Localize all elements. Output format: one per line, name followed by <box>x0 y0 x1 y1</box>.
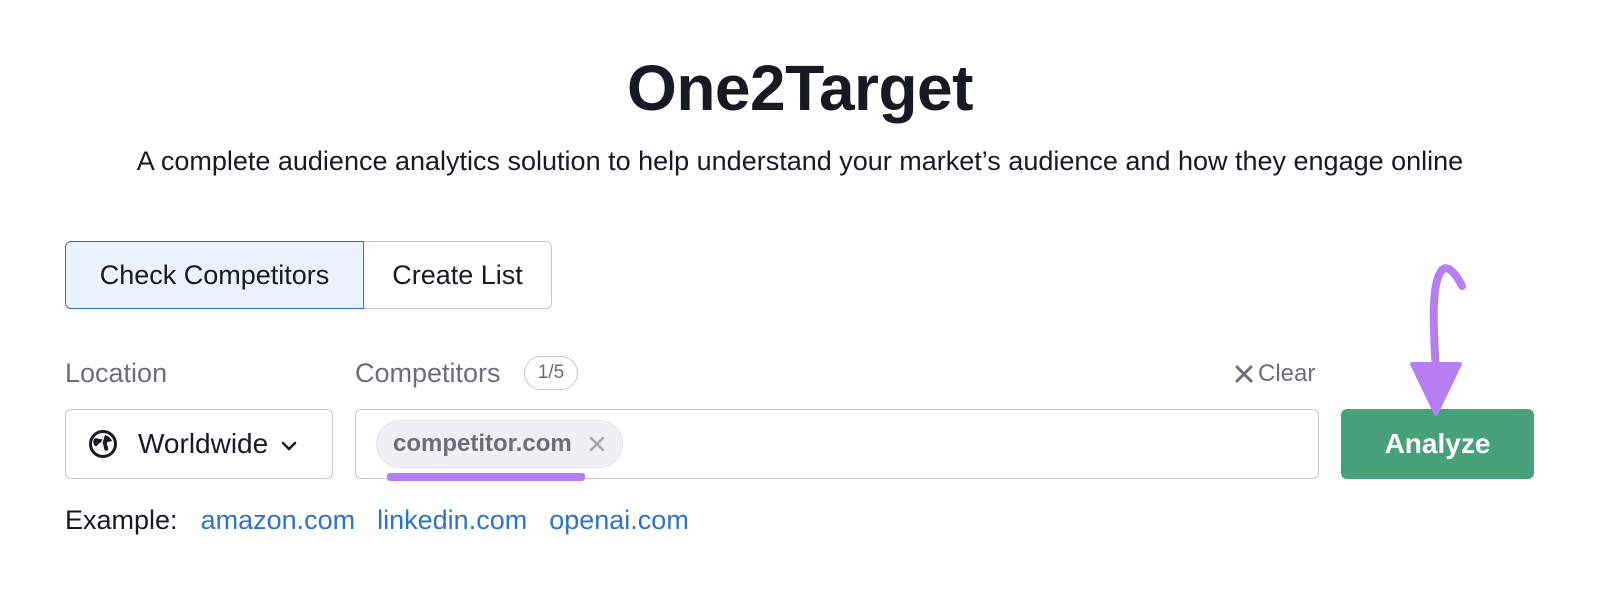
analyze-button[interactable]: Analyze <box>1341 409 1534 479</box>
location-label: Location <box>65 358 168 388</box>
clear-label: Clear <box>1258 360 1316 387</box>
example-link-openai[interactable]: openai.com <box>549 503 689 537</box>
globe-icon <box>88 429 118 459</box>
close-icon <box>1235 365 1253 383</box>
examples-row: Example: amazon.com linkedin.com openai.… <box>65 503 711 537</box>
chevron-down-icon <box>280 440 298 452</box>
location-value: Worldwide <box>138 428 269 459</box>
page: One2Target A complete audience analytics… <box>0 0 1600 592</box>
clear-button[interactable]: Clear <box>1234 357 1315 391</box>
example-link-amazon[interactable]: amazon.com <box>201 503 356 537</box>
competitor-chip: competitor.com <box>376 420 623 468</box>
highlight-underline <box>387 473 585 481</box>
competitors-label: Competitors <box>355 358 501 388</box>
tab-check-competitors[interactable]: Check Competitors <box>65 241 364 309</box>
remove-chip-icon[interactable] <box>588 435 606 453</box>
chip-label: competitor.com <box>393 430 572 457</box>
page-subtitle: A complete audience analytics solution t… <box>136 146 1464 176</box>
tab-label: Create List <box>392 259 523 290</box>
page-title: One2Target <box>627 52 973 124</box>
examples-label: Example: <box>65 505 178 535</box>
mode-tabs: Check Competitors Create List <box>65 241 552 309</box>
example-link-linkedin[interactable]: linkedin.com <box>377 503 527 537</box>
tab-create-list[interactable]: Create List <box>364 241 552 309</box>
competitors-count-badge: 1/5 <box>524 356 578 390</box>
competitors-input[interactable]: competitor.com <box>355 409 1319 479</box>
location-select[interactable]: Worldwide <box>65 409 333 479</box>
tab-label: Check Competitors <box>99 259 330 290</box>
